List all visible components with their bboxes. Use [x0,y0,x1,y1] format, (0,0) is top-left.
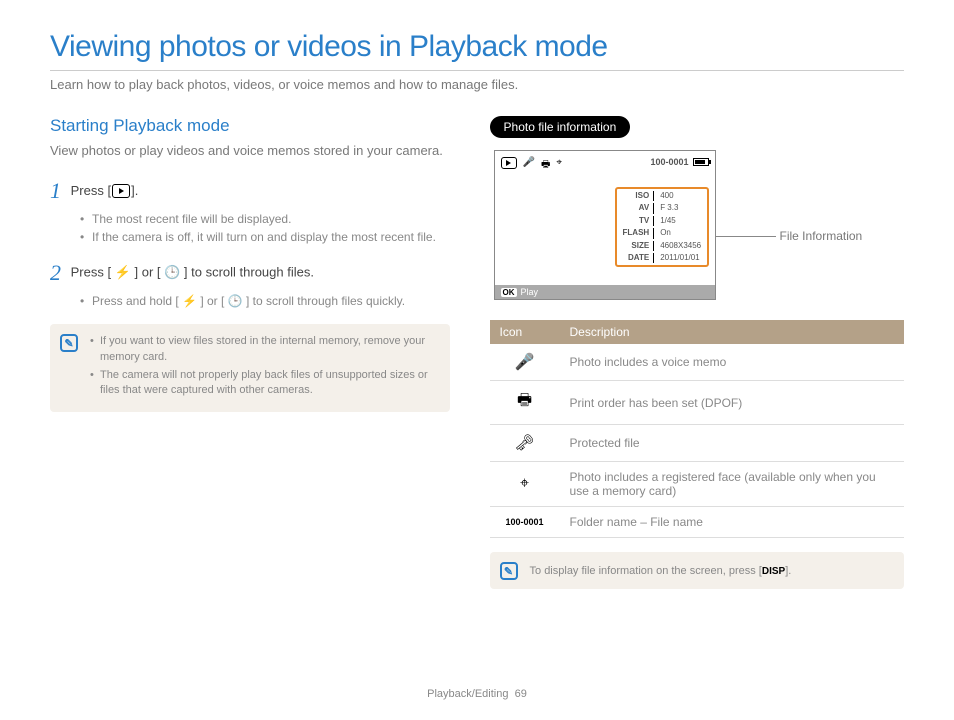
printer-icon: 🖶 [490,381,560,425]
camera-ok-bar: OKPlay [495,285,715,299]
callout-line [716,236,776,237]
photo-file-info-pill: Photo file information [490,116,631,138]
file-info-overlay: ISO400 AVF 3.3 TV1/45 FLASHOn SIZE4608X3… [615,187,710,267]
camera-top-right: 100-0001 [650,157,708,167]
callout-label: File Information [780,229,863,243]
page-title: Viewing photos or videos in Playback mod… [50,30,904,64]
note-box-disp: ✎ To display file information on the scr… [490,552,904,589]
list-item: The most recent file will be displayed. [80,210,450,228]
step-text: Press []. [71,183,139,198]
note-box: ✎ If you want to view files stored in th… [50,324,450,412]
note-icon: ✎ [500,562,518,580]
section-heading: Starting Playback mode [50,116,450,136]
step1-bullets: The most recent file will be displayed. … [80,210,450,246]
table-row: 🗝 Protected file [490,425,904,462]
voice-memo-icon: 🎤 [523,157,535,174]
icon-description-table: Icon Description 🎤 Photo includes a voic… [490,320,904,538]
note-item: The camera will not properly play back f… [90,368,438,399]
table-row: ⌖ Photo includes a registered face (avai… [490,462,904,507]
table-header-desc: Description [560,320,904,344]
mic-icon: 🎤 [490,344,560,381]
battery-icon [693,158,709,166]
face-register-icon: ⌖ [490,462,560,507]
section-intro: View photos or play videos and voice mem… [50,142,450,160]
table-row: 🎤 Photo includes a voice memo [490,344,904,381]
key-icon: 🗝 [490,425,560,462]
step-text: Press [ ⚡ ] or [ 🕒 ] to scroll through f… [71,265,314,280]
face-icon: ⌖ [556,157,562,174]
page-subtitle: Learn how to play back photos, videos, o… [50,70,904,92]
playback-button-icon [112,184,130,198]
camera-top-left-icons: 🎤 🖶 ⌖ [501,157,563,174]
left-column: Starting Playback mode View photos or pl… [50,116,450,589]
two-column-layout: Starting Playback mode View photos or pl… [50,116,904,589]
table-header-icon: Icon [490,320,560,344]
step2-bullets: Press and hold [ ⚡ ] or [ 🕒 ] to scroll … [80,292,450,310]
table-row: 🖶 Print order has been set (DPOF) [490,381,904,425]
step-number: 2 [50,260,61,285]
camera-screen-illustration: 🎤 🖶 ⌖ 100-0001 ISO400 AVF 3.3 TV1/45 FLA… [490,150,904,300]
note-text: To display file information on the scree… [530,565,792,577]
note-item: If you want to view files stored in the … [90,334,438,365]
step-number: 1 [50,178,61,203]
page-footer: Playback/Editing 69 [0,688,954,700]
note-icon: ✎ [60,334,78,352]
step-2: 2 Press [ ⚡ ] or [ 🕒 ] to scroll through… [50,260,450,310]
file-id-label: 100-0001 [650,157,688,167]
step-1: 1 Press []. The most recent file will be… [50,178,450,246]
print-icon: 🖶 [541,157,550,174]
camera-screen: 🎤 🖶 ⌖ 100-0001 ISO400 AVF 3.3 TV1/45 FLA… [494,150,716,300]
playback-mode-icon [501,157,517,169]
file-id-icon: 100-0001 [490,507,560,538]
table-row: 100-0001 Folder name – File name [490,507,904,538]
disp-button-label: DISP [762,566,785,577]
list-item: Press and hold [ ⚡ ] or [ 🕒 ] to scroll … [80,292,450,310]
right-column: Photo file information 🎤 🖶 ⌖ 100-0001 IS… [490,116,904,589]
list-item: If the camera is off, it will turn on an… [80,228,450,246]
